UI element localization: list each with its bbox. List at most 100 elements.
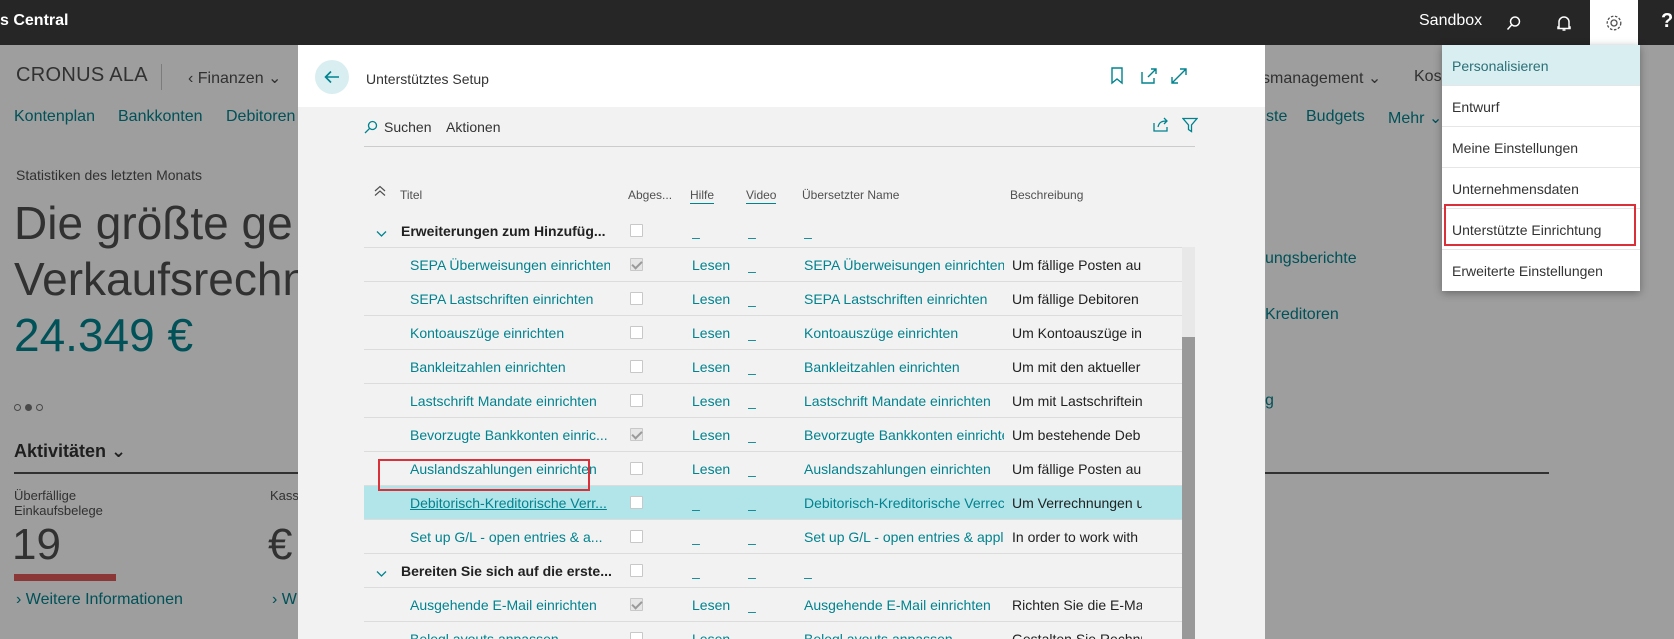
table-row[interactable]: Set up G/L - open entries & a... _ _ Set up… [364,520,1182,554]
filter-icon[interactable] [1182,117,1198,133]
table-row[interactable]: Lastschrift Mandate einrichten Lesen _ Last… [364,384,1182,418]
completed-checkbox[interactable] [630,530,643,543]
help-link[interactable]: Lesen [692,359,730,375]
help-link[interactable]: Lesen [692,257,730,273]
help-link[interactable]: Lesen [692,597,730,613]
col-title[interactable]: Titel [400,188,422,202]
setup-title-link[interactable]: Bevorzugte Bankkonten einric... [410,427,610,443]
completed-checkbox[interactable] [630,258,643,271]
completed-checkbox[interactable] [630,564,643,577]
back-button[interactable] [315,60,349,94]
actions-button[interactable]: Aktionen [446,119,500,135]
translated-name-link[interactable]: Bankleitzahlen einrichten [804,359,1004,375]
bell-icon[interactable] [1542,0,1586,45]
bookmark-icon[interactable] [1110,67,1124,90]
table-row[interactable]: Debitorisch-Kreditorische Verr... _ _ Debit… [364,486,1182,520]
completed-checkbox[interactable] [630,360,643,373]
translated-name-link[interactable]: Ausgehende E-Mail einrichten [804,597,1004,613]
table-row[interactable]: Bevorzugte Bankkonten einric... Lesen _ Bev… [364,418,1182,452]
gear-icon[interactable] [1590,0,1638,45]
search-icon[interactable] [1492,0,1536,45]
scrollbar-thumb[interactable] [1182,337,1195,639]
table-row[interactable]: Ausgehende E-Mail einrichten Lesen _ Ausgeh… [364,588,1182,622]
translated-name-link[interactable]: Auslandszahlungen einrichten [804,461,1004,477]
completed-checkbox[interactable] [630,632,643,639]
video-link[interactable]: _ [748,325,756,341]
help-link[interactable]: _ [692,529,700,545]
search-button[interactable]: Suchen [364,119,431,135]
setup-title-link[interactable]: Lastschrift Mandate einrichten [410,393,610,409]
video-link[interactable]: _ [748,291,756,307]
table-row[interactable]: Belegl ayouts anpassen Lesen _ Belegl ayout… [364,622,1182,639]
video-link[interactable]: _ [748,223,756,239]
menu-item-erweiterte-einstellungen[interactable]: Erweiterte Einstellungen [1442,250,1640,291]
setup-title-link[interactable]: SEPA Lastschriften einrichten [410,291,610,307]
help-link[interactable]: _ [692,495,700,511]
menu-item-entwurf[interactable]: Entwurf [1442,86,1640,127]
chevron-down-icon[interactable] [376,565,387,581]
completed-checkbox[interactable] [630,326,643,339]
video-link[interactable]: _ [748,359,756,375]
table-row[interactable]: Kontoauszüge einrichten Lesen _ Kontoauszüg… [364,316,1182,350]
translated-name-link[interactable]: Lastschrift Mandate einrichten [804,393,1004,409]
group-row[interactable]: Erweiterungen zum Hinzufüg... _ _ _ [364,214,1182,248]
completed-checkbox[interactable] [630,496,643,509]
group-title[interactable]: Bereiten Sie sich auf die erste... [401,563,612,579]
help-link[interactable]: Lesen [692,427,730,443]
help-link[interactable]: Lesen [692,393,730,409]
video-link[interactable]: _ [748,257,756,273]
translated-name-link[interactable]: SEPA Lastschriften einrichten [804,291,1004,307]
help-link[interactable]: Lesen [692,325,730,341]
open-new-window-icon[interactable] [1140,67,1158,90]
translated-name-link[interactable]: Debitorisch-Kreditorische Verrec... [804,495,1004,511]
translated-name-link[interactable]: _ [804,563,1004,579]
completed-checkbox[interactable] [630,292,643,305]
translated-name-link[interactable]: Bevorzugte Bankkonten einrichten [804,427,1004,443]
setup-title-link[interactable]: SEPA Überweisungen einrichten [410,257,610,273]
translated-name-link[interactable]: Set up G/L - open entries & appli... [804,529,1004,545]
video-link[interactable]: _ [748,563,756,579]
col-help[interactable]: Hilfe [690,188,715,204]
completed-checkbox[interactable] [630,598,643,611]
setup-title-link[interactable]: Ausgehende E-Mail einrichten [410,597,610,613]
video-link[interactable]: _ [748,597,756,613]
translated-name-link[interactable]: Kontoauszüge einrichten [804,325,1004,341]
menu-item-personalisieren[interactable]: Personalisieren [1442,45,1640,86]
setup-title-link[interactable]: Kontoauszüge einrichten [410,325,610,341]
setup-title-link[interactable]: Debitorisch-Kreditorische Verr... [410,495,610,511]
completed-checkbox[interactable] [630,394,643,407]
completed-checkbox[interactable] [630,462,643,475]
video-link[interactable]: _ [748,427,756,443]
table-row[interactable]: SEPA Überweisungen einrichten Lesen _ SEPA … [364,248,1182,282]
menu-item-unternehmensdaten[interactable]: Unternehmensdaten [1442,168,1640,209]
help-icon[interactable]: ? [1661,10,1673,33]
translated-name-link[interactable]: Belegl ayouts anpassen [804,631,1004,639]
group-row[interactable]: Bereiten Sie sich auf die erste... _ _ _ [364,554,1182,588]
help-link[interactable]: Lesen [692,631,730,639]
completed-checkbox[interactable] [630,224,643,237]
help-link[interactable]: Lesen [692,461,730,477]
completed-checkbox[interactable] [630,428,643,441]
group-title[interactable]: Erweiterungen zum Hinzufüg... [401,223,606,239]
video-link[interactable]: _ [748,461,756,477]
help-link[interactable]: _ [692,223,700,239]
translated-name-link[interactable]: _ [804,223,1004,239]
setup-title-link[interactable]: Bankleitzahlen einrichten [410,359,610,375]
col-video[interactable]: Video [746,188,777,204]
col-translated-name[interactable]: Übersetzter Name [802,188,899,202]
video-link[interactable]: _ [748,631,756,639]
col-completed[interactable]: Abges... [628,188,672,202]
setup-title-link[interactable]: Set up G/L - open entries & a... [410,529,610,545]
table-row[interactable]: Bankleitzahlen einrichten Lesen _ Bankleitz… [364,350,1182,384]
video-link[interactable]: _ [748,495,756,511]
collapse-all-icon[interactable] [374,185,386,200]
setup-title-link[interactable]: Belegl ayouts anpassen [410,631,610,639]
chevron-down-icon[interactable] [376,225,387,241]
help-link[interactable]: Lesen [692,291,730,307]
col-description[interactable]: Beschreibung [1010,188,1083,202]
help-link[interactable]: _ [692,563,700,579]
share-icon[interactable] [1152,117,1170,133]
expand-icon[interactable] [1170,67,1188,90]
menu-item-meine-einstellungen[interactable]: Meine Einstellungen [1442,127,1640,168]
table-row[interactable]: SEPA Lastschriften einrichten Lesen _ SEPA … [364,282,1182,316]
